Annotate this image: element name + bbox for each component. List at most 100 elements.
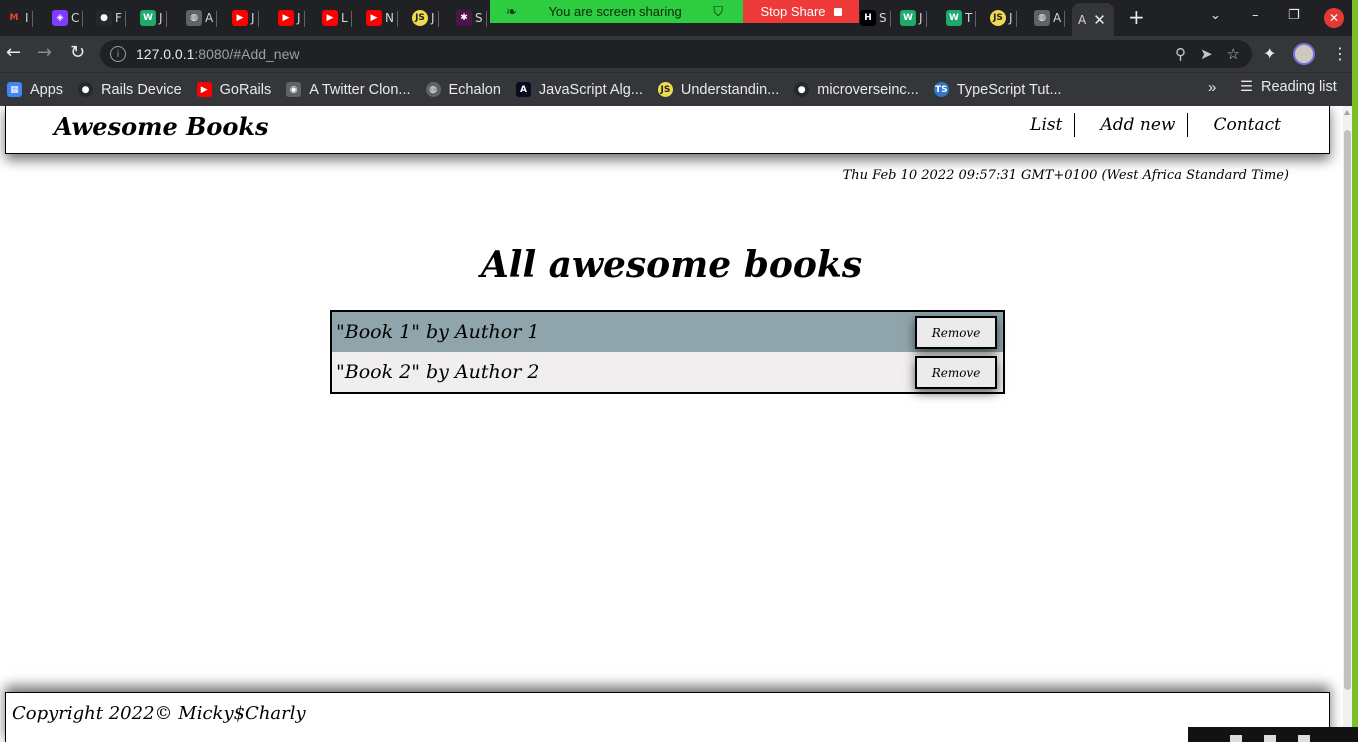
tab-title: A [205, 11, 214, 25]
bookmark-label: GoRails [219, 81, 272, 98]
js-icon: JS [657, 82, 673, 97]
browser-window: ◍ A JS J W T W J H S ✱ S JS J ▶ N ▶ L ▶ J ▶ J ◍ A W J ● F ◈ C M I ❧ You… [0, 0, 1352, 106]
tab-active[interactable]: A ✕ [1072, 3, 1114, 36]
youtube-icon: ▶ [196, 82, 212, 97]
tab-item[interactable]: ● F [96, 6, 126, 30]
bookmark-label: Echalon [448, 81, 501, 98]
shield-icon: ⛉ [713, 3, 723, 19]
tab-item[interactable]: WJ [900, 6, 927, 30]
tab-item[interactable]: ▶ J [278, 6, 305, 30]
tab-item[interactable]: ✱ S [456, 6, 487, 30]
restore-icon[interactable]: ❐ [1288, 8, 1300, 23]
send-icon[interactable]: ➤ [1200, 45, 1213, 63]
tab-title: C [71, 11, 80, 25]
taskbar-item [1264, 735, 1276, 742]
webflow-icon: W [900, 10, 916, 26]
menu-kebab-icon[interactable]: ⋮ [1332, 44, 1348, 63]
stop-share-button[interactable]: Stop Share [743, 0, 859, 23]
book-title-author: "Book 1" by Author 1 [336, 321, 540, 343]
tab-item[interactable]: JS J [412, 6, 439, 30]
page-viewport: Awesome Books List Add new Contact Thu F… [0, 106, 1343, 742]
tab-item[interactable]: ▶ L [322, 6, 352, 30]
bookmark-label: microverseinc... [817, 81, 919, 98]
tab-title: J [431, 11, 435, 25]
bookmark-label: Understandin... [680, 81, 780, 98]
nav-list[interactable]: List [1018, 113, 1076, 137]
page-title: All awesome books [480, 244, 863, 286]
tab-item[interactable]: ◍ A [1034, 6, 1066, 30]
reload-icon[interactable]: ↻ [70, 42, 85, 64]
tab-title: I [25, 11, 29, 25]
reading-list-button[interactable]: ☰ Reading list [1240, 79, 1337, 95]
tab-item[interactable]: ◈ C [52, 6, 84, 30]
tab-search-icon[interactable]: ⌄ [1210, 8, 1221, 23]
minimize-icon[interactable]: – [1252, 8, 1259, 23]
brand-logo[interactable]: Awesome Books [54, 112, 269, 141]
tab-item[interactable]: ▶ J [232, 6, 259, 30]
nav-add-new[interactable]: Add new [1075, 113, 1189, 137]
tab-item[interactable]: ▶ N [366, 6, 398, 30]
address-bar[interactable]: i 127.0.0.1 :8080/#Add_new ⚲ ➤ ☆ [100, 40, 1252, 68]
tab-item[interactable]: WT [946, 6, 977, 30]
globe-icon: ◍ [186, 10, 202, 26]
js-icon: JS [990, 10, 1006, 26]
tab-title: S [879, 11, 887, 25]
main-nav: List Add new Contact [1018, 113, 1329, 137]
bookmark-label: A Twitter Clon... [309, 81, 411, 98]
js-icon: JS [412, 10, 428, 26]
taskbar-fragment [1188, 727, 1358, 742]
page-scrollbar[interactable] [1343, 106, 1352, 742]
stop-icon [833, 7, 842, 16]
bookmark-item[interactable]: ◍ Echalon [425, 81, 501, 98]
globe-icon: ◍ [425, 82, 441, 97]
url-path: :8080/#Add_new [194, 46, 300, 62]
slack-icon: ✱ [456, 10, 472, 26]
back-arrow-icon[interactable]: ← [6, 42, 21, 64]
url-host: 127.0.0.1 [136, 46, 195, 62]
bookmark-star-icon[interactable]: ☆ [1227, 45, 1240, 63]
remove-book-button[interactable]: Remove [915, 356, 997, 389]
screen-share-status: ❧ You are screen sharing ⛉ [490, 0, 743, 23]
youtube-icon: ▶ [366, 10, 382, 26]
taskbar-item [1298, 735, 1310, 742]
screen-share-message: You are screen sharing [548, 4, 682, 19]
info-icon[interactable]: i [110, 46, 126, 62]
bookmark-item[interactable]: JS Understandin... [657, 81, 780, 98]
typescript-icon: TS [933, 82, 949, 97]
tab-item[interactable]: HS [860, 6, 891, 30]
tab-title: S [475, 11, 483, 25]
twitter-clone-icon: ◉ [286, 82, 302, 97]
window-close-button[interactable]: ✕ [1324, 8, 1344, 28]
share-leaf-icon: ❧ [506, 3, 517, 19]
tab-item[interactable]: WJ [140, 6, 167, 30]
youtube-icon: ▶ [232, 10, 248, 26]
bookmark-item[interactable]: TS TypeScript Tut... [933, 82, 1062, 98]
forward-arrow-icon[interactable]: → [37, 42, 52, 64]
tab-item[interactable]: MI [6, 6, 33, 30]
bookmark-item[interactable]: ● microverseinc... [794, 82, 919, 98]
bookmark-item[interactable]: ▶ GoRails [196, 81, 272, 98]
scroll-up-arrow-icon[interactable] [1344, 110, 1350, 115]
profile-avatar[interactable] [1293, 43, 1315, 65]
new-tab-button[interactable]: + [1128, 6, 1145, 28]
bookmark-item[interactable]: ● Rails Device [78, 82, 182, 98]
tab-strip: ◍ A JS J W T W J H S ✱ S JS J ▶ N ▶ L ▶ J ▶ J ◍ A W J ● F ◈ C M I ❧ You… [0, 0, 1352, 36]
extensions-icon[interactable]: ✦ [1263, 44, 1276, 63]
close-tab-icon[interactable]: ✕ [1093, 11, 1106, 29]
bookmark-item[interactable]: A JavaScript Alg... [515, 82, 643, 98]
bookmark-label: Apps [30, 81, 64, 98]
zoom-icon[interactable]: ⚲ [1175, 45, 1186, 63]
youtube-icon: ▶ [322, 10, 338, 26]
scrollbar-thumb[interactable] [1344, 130, 1351, 690]
remove-book-button[interactable]: Remove [915, 316, 997, 349]
tab-item[interactable]: ◍ A [186, 6, 218, 30]
book-row-2: "Book 2" by Author 2 Remove [332, 352, 1003, 392]
apps-grid-icon: ▦ [7, 82, 22, 97]
nav-contact[interactable]: Contact [1188, 113, 1329, 137]
more-bookmarks-icon[interactable]: » [1208, 79, 1216, 96]
bookmark-item[interactable]: ◉ A Twitter Clon... [286, 81, 411, 98]
tab-title: T [965, 11, 973, 25]
bookmark-item[interactable]: ▦ Apps [7, 82, 63, 98]
tab-title: J [1009, 11, 1013, 25]
tab-item[interactable]: JS J [990, 6, 1017, 30]
